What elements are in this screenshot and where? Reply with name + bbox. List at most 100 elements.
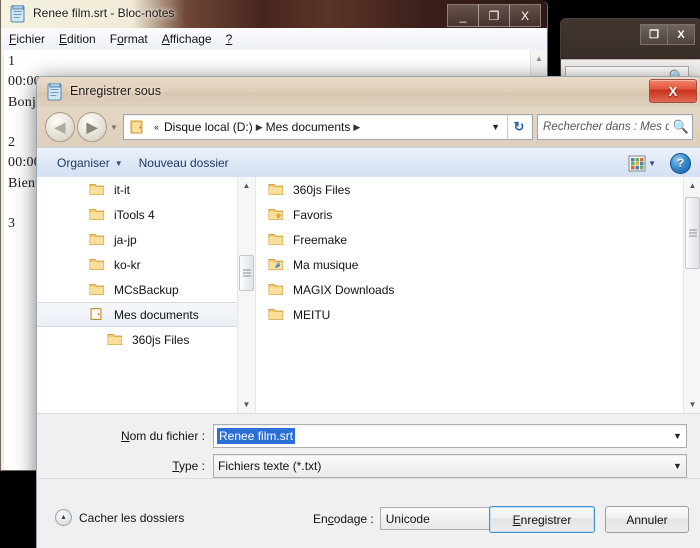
chevron-up-circle-icon: ▲ — [55, 509, 72, 526]
filename-label-rest: om du fichier : — [129, 429, 205, 443]
menu-item-help[interactable]: ? — [226, 32, 233, 46]
tree-item[interactable]: it-it — [37, 177, 238, 202]
navigation-tree-pane[interactable]: it-it iTools 4 ja-jp ko-kr MCsBackup Mes… — [37, 177, 256, 413]
list-item[interactable]: MEITU — [256, 302, 684, 327]
chevron-down-icon[interactable]: ▼ — [669, 455, 686, 477]
help-button[interactable]: ? — [670, 152, 691, 174]
back-button[interactable]: ◀ — [45, 112, 75, 142]
breadcrumb-separator-icon-2[interactable]: ▶ — [350, 122, 363, 133]
tree-scroller: it-it iTools 4 ja-jp ko-kr MCsBackup Mes… — [37, 177, 238, 413]
tree-item[interactable]: MCsBackup — [37, 277, 238, 302]
list-item[interactable]: MAGIX Downloads — [256, 277, 684, 302]
dialog-navigation-bar: ◀ ▶ ▼ « Disque local (D:) ▶ Mes document… — [37, 107, 700, 147]
folder-icon — [268, 232, 286, 248]
save-label-rest: nregistrer — [520, 512, 572, 527]
file-list-scrollbar-thumb[interactable] — [685, 197, 700, 269]
address-breadcrumb-bar[interactable]: « Disque local (D:) ▶ Mes documents ▶ ▼ … — [123, 114, 533, 140]
folder-icon — [107, 332, 125, 348]
search-box[interactable]: 🔍 — [537, 114, 693, 140]
minimize-button[interactable]: _ — [447, 4, 479, 27]
organize-button[interactable]: Organiser ▼ — [49, 148, 131, 178]
list-item-label: Ma musique — [293, 257, 359, 272]
save-as-dialog[interactable]: Enregistrer sous X ◀ ▶ ▼ « Disque local … — [36, 76, 700, 548]
folder-icon — [268, 307, 286, 323]
folder-icon — [89, 182, 107, 198]
list-item-label: Freemake — [293, 232, 348, 247]
search-icon: 🔍 — [672, 119, 689, 134]
view-mode-icon[interactable] — [628, 155, 646, 172]
screen: ❐ X 🔍 Renee film.srt - Bloc-notes — [0, 0, 700, 548]
folder-icon — [268, 282, 286, 298]
notepad-icon — [10, 4, 26, 23]
new-folder-button[interactable]: Nouveau dossier — [131, 148, 237, 178]
list-item[interactable]: Ma musique — [256, 252, 684, 277]
organize-label: Organiser — [57, 156, 110, 170]
dialog-form-area: Nom du fichier : Renee film.srt ▼ Type :… — [37, 413, 700, 480]
filetype-label-rest: ype : — [178, 459, 205, 473]
tree-item-label: it-it — [114, 182, 130, 197]
file-list-scrollbar[interactable]: ▲ ▼ — [683, 177, 700, 413]
save-button[interactable]: Enregistrer — [489, 506, 595, 533]
notepad-icon — [47, 82, 63, 101]
folder-icon — [89, 207, 107, 223]
dialog-footer: ▲ Cacher les dossiers Encodage : Unicode… — [37, 478, 700, 548]
scroll-up-icon[interactable]: ▲ — [684, 177, 700, 194]
tree-scrollbar[interactable]: ▲ ▼ — [237, 177, 255, 413]
dialog-toolbar: Organiser ▼ Nouveau dossier ▼ ? — [37, 147, 700, 179]
breadcrumb-item-1[interactable]: Mes documents — [266, 120, 351, 134]
background-close-button[interactable]: X — [667, 24, 695, 45]
hide-folders-label: Cacher les dossiers — [79, 510, 185, 525]
menu-item-format[interactable]: Format — [110, 32, 148, 46]
tree-item[interactable]: iTools 4 — [37, 202, 238, 227]
view-mode-caret-icon[interactable]: ▼ — [648, 159, 662, 168]
list-item[interactable]: Favoris — [256, 202, 684, 227]
list-item[interactable]: Freemake — [256, 227, 684, 252]
tree-scrollbar-thumb[interactable] — [239, 255, 254, 291]
filename-value: Renee film.srt — [217, 428, 296, 444]
filetype-label: Type : — [172, 459, 205, 473]
scroll-down-icon[interactable]: ▼ — [684, 396, 700, 413]
dialog-close-button[interactable]: X — [649, 79, 697, 103]
breadcrumb-separator-icon[interactable]: ▶ — [253, 122, 266, 133]
forward-button[interactable]: ▶ — [77, 112, 107, 142]
notepad-menu-bar: Fichier Edition Format Affichage ? — [1, 28, 547, 51]
menu-item-edition[interactable]: Edition — [59, 32, 96, 46]
folder-icon — [89, 257, 107, 273]
tree-item-selected[interactable]: Mes documents — [37, 302, 238, 327]
list-item-label: Favoris — [293, 207, 333, 222]
folder-favorite-icon — [268, 207, 286, 223]
close-button[interactable]: X — [509, 4, 541, 27]
hide-folders-button[interactable]: ▲ Cacher les dossiers — [55, 509, 184, 526]
folder-icon — [89, 282, 107, 298]
breadcrumb-dropdown-icon[interactable]: ▼ — [484, 122, 507, 132]
tree-item[interactable]: 360js Files — [37, 327, 238, 352]
search-input[interactable] — [541, 120, 671, 134]
list-item-label: 360js Files — [293, 182, 351, 197]
scroll-down-icon[interactable]: ▼ — [238, 396, 255, 413]
folder-open-icon — [89, 307, 107, 323]
dialog-title: Enregistrer sous — [70, 84, 162, 98]
maximize-button[interactable]: ❐ — [478, 4, 510, 27]
file-list-pane[interactable]: 360js Files Favoris Freemake Ma musique … — [256, 177, 700, 413]
tree-item[interactable]: ja-jp — [37, 227, 238, 252]
filename-input[interactable]: Renee film.srt ▼ — [213, 424, 687, 448]
folder-icon — [89, 232, 107, 248]
menu-item-fichier[interactable]: Fichier — [9, 32, 45, 46]
refresh-icon[interactable]: ↻ — [507, 115, 530, 139]
tree-item[interactable]: ko-kr — [37, 252, 238, 277]
menu-item-affichage[interactable]: Affichage — [162, 32, 212, 46]
chevron-down-icon[interactable]: ▼ — [669, 425, 686, 447]
scrollbar-grip-icon — [688, 229, 697, 237]
background-maximize-button[interactable]: ❐ — [640, 24, 668, 45]
recent-locations-caret-icon[interactable]: ▼ — [107, 114, 121, 140]
cancel-button[interactable]: Annuler — [605, 506, 689, 533]
list-item-label: MAGIX Downloads — [293, 282, 395, 297]
scroll-up-icon[interactable]: ▲ — [238, 177, 255, 194]
filetype-row: Type : Fichiers texte (*.txt) ▼ — [37, 454, 700, 478]
filetype-select[interactable]: Fichiers texte (*.txt) ▼ — [213, 454, 687, 478]
folder-icon — [129, 119, 146, 135]
breadcrumb-item-0[interactable]: Disque local (D:) — [164, 120, 253, 134]
scroll-up-icon[interactable]: ▲ — [531, 50, 547, 66]
list-item-label: MEITU — [293, 307, 331, 322]
list-item[interactable]: 360js Files — [256, 177, 684, 202]
